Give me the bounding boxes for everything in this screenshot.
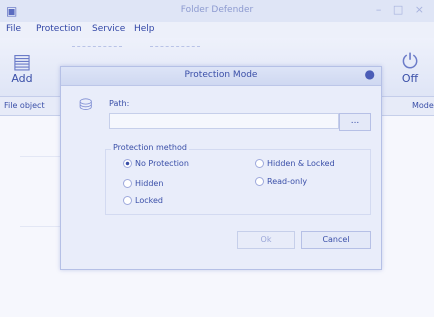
add-button[interactable]: ▤ Add [4, 50, 40, 85]
radio-icon [123, 196, 132, 205]
radio-locked[interactable]: Locked [123, 196, 163, 205]
radio-label: Read-only [267, 177, 308, 186]
menu-service[interactable]: Service [92, 24, 125, 34]
column-header-mode[interactable]: Mode [412, 101, 434, 110]
radio-selected-icon [123, 159, 132, 168]
menu-file[interactable]: File [6, 24, 21, 34]
lock-folder-icon: ⛁ [79, 95, 93, 114]
dialog-title: Protection Mode [184, 70, 258, 80]
menu-protection[interactable]: Protection [36, 24, 82, 34]
radio-label: No Protection [135, 159, 189, 168]
radio-label: Hidden & Locked [267, 159, 335, 168]
radio-hidden[interactable]: Hidden [123, 179, 163, 188]
add-button-label: Add [11, 72, 33, 85]
dialog-title-bar[interactable]: Protection Mode ● [61, 67, 381, 86]
add-folder-icon: ▤ [12, 49, 32, 73]
window-controls[interactable]: – □ × [376, 3, 428, 16]
radio-icon [123, 179, 132, 188]
radio-label: Locked [135, 196, 163, 205]
radio-label: Hidden [135, 179, 164, 188]
window-title: Folder Defender [180, 5, 254, 15]
protection-method-label: Protection method [111, 143, 189, 152]
toolbar-ghost-1 [72, 46, 122, 57]
ok-button[interactable]: Ok [237, 231, 295, 249]
path-input[interactable] [109, 113, 339, 129]
cancel-button[interactable]: Cancel [301, 231, 371, 249]
radio-read-only[interactable]: Read-only [255, 177, 307, 186]
radio-no-protection[interactable]: No Protection [123, 159, 189, 168]
close-icon[interactable]: ● [365, 67, 375, 81]
protection-mode-dialog: Protection Mode ● ⛁ Path: ... Protection… [60, 66, 382, 270]
power-off-icon: ⏻ [402, 49, 418, 73]
off-button[interactable]: ⏻ Off [392, 50, 428, 85]
menu-bar: File Protection Service Help [0, 22, 434, 38]
menu-help[interactable]: Help [134, 24, 155, 34]
browse-button[interactable]: ... [339, 113, 371, 131]
title-bar[interactable]: ▣ Folder Defender – □ × [0, 0, 434, 23]
path-label: Path: [109, 99, 130, 108]
radio-hidden-locked[interactable]: Hidden & Locked [255, 159, 335, 168]
radio-icon [255, 159, 264, 168]
toolbar-ghost-2 [150, 46, 200, 57]
radio-icon [255, 177, 264, 186]
off-button-label: Off [401, 72, 419, 85]
column-header-file-object[interactable]: File object [4, 101, 45, 110]
